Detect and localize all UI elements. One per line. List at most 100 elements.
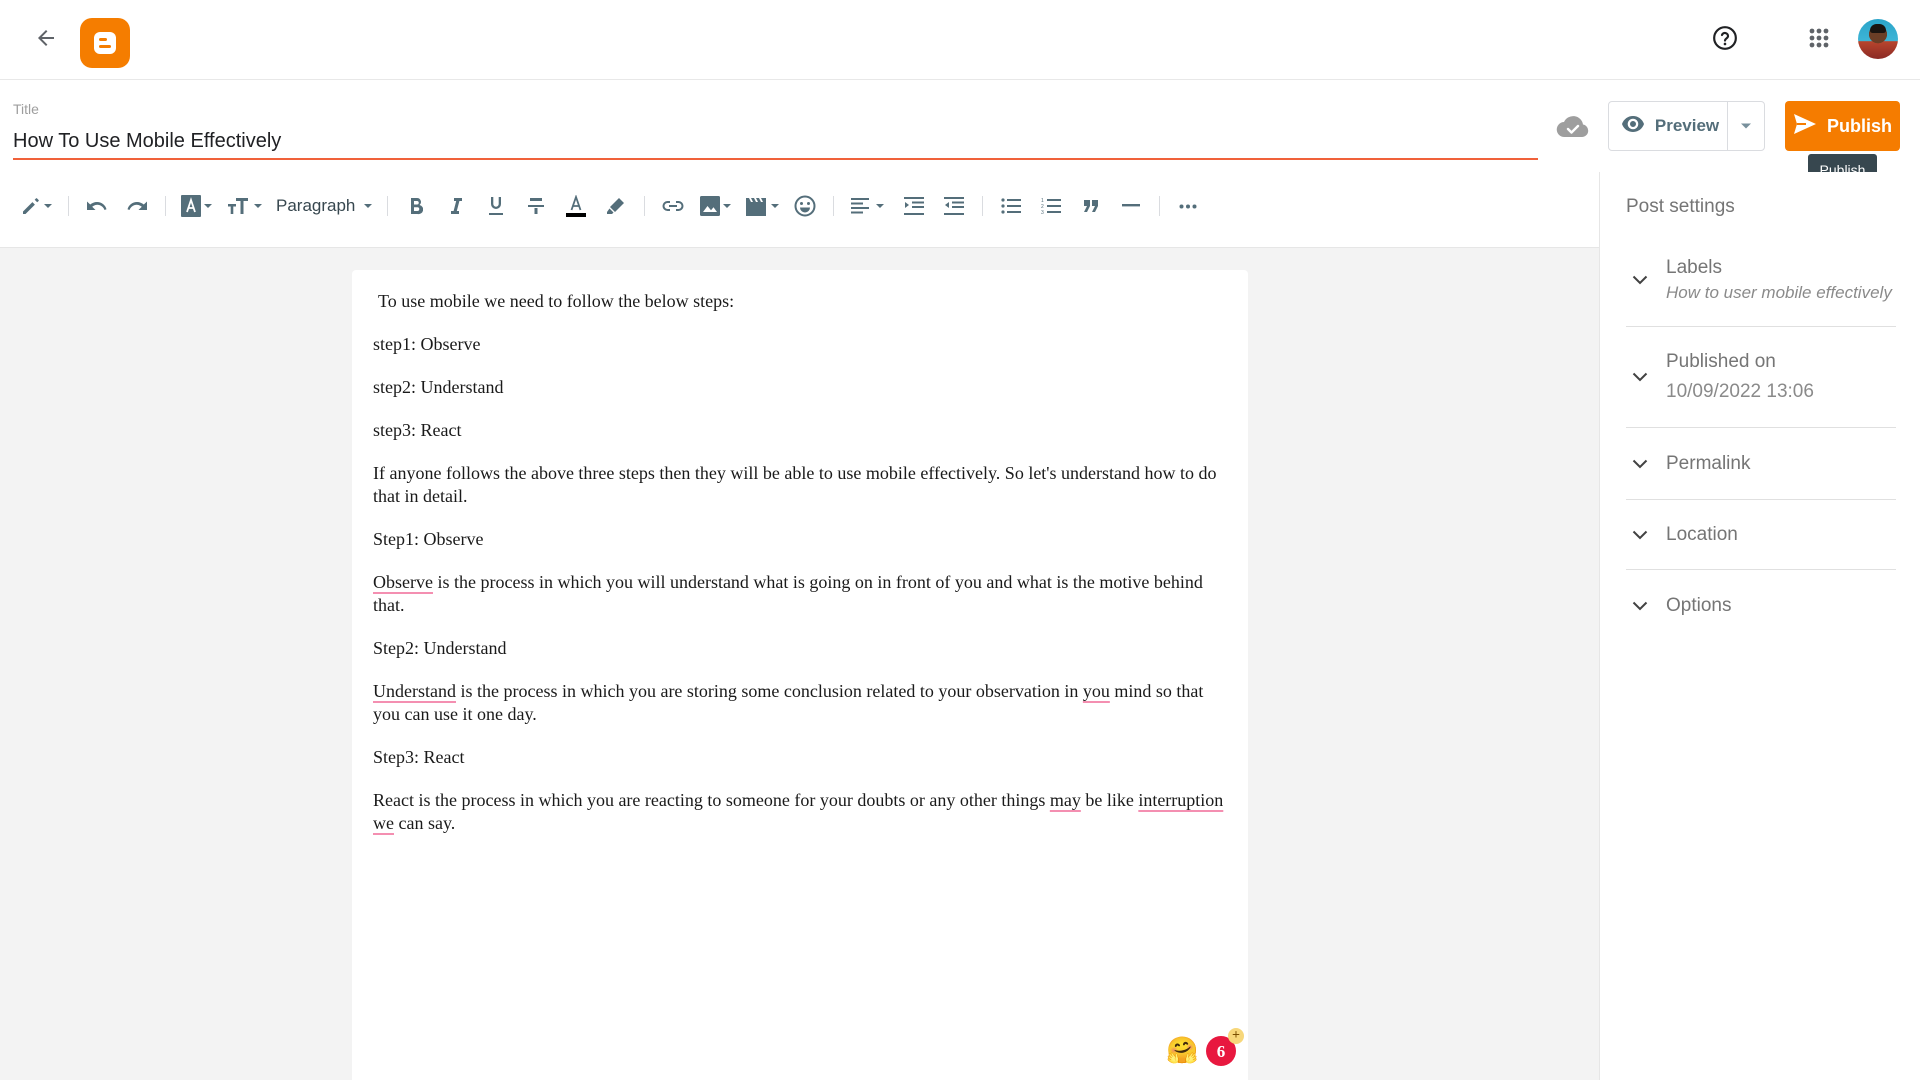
post-settings-panel: Post settings Labels How to user mobile … <box>1599 172 1920 1080</box>
avatar[interactable] <box>1858 19 1898 59</box>
underline-button[interactable] <box>476 186 516 226</box>
plus-icon: + <box>1228 1028 1244 1044</box>
insert-video-button[interactable] <box>739 186 785 226</box>
post-body-editor[interactable]: To use mobile we need to follow the belo… <box>352 270 1248 1080</box>
underline-icon <box>488 196 504 216</box>
toolbar-divider <box>165 196 166 216</box>
publish-button[interactable]: Publish <box>1785 101 1900 151</box>
text-color-icon <box>566 195 587 217</box>
apps-grid-icon <box>1808 27 1830 54</box>
bold-button[interactable] <box>396 186 436 226</box>
text-color-button[interactable] <box>556 186 596 226</box>
bulleted-list-icon <box>1001 197 1022 215</box>
caret-down-icon <box>203 203 213 209</box>
insert-image-button[interactable] <box>693 186 739 226</box>
undo-button[interactable] <box>77 186 117 226</box>
notification-badge[interactable]: 6 + <box>1206 1028 1244 1066</box>
paragraph-style-dropdown[interactable]: Paragraph <box>270 186 379 226</box>
horizontal-rule-button[interactable] <box>1111 186 1151 226</box>
quote-icon <box>1083 200 1099 212</box>
body-paragraph: Step1: Observe <box>373 529 484 549</box>
caret-down-icon <box>363 203 373 209</box>
body-paragraph: step3: React <box>373 420 462 440</box>
numbered-list-button[interactable]: 123 <box>1031 186 1071 226</box>
more-options-button[interactable] <box>1168 186 1208 226</box>
italic-button[interactable] <box>436 186 476 226</box>
settings-item-permalink[interactable]: Permalink <box>1626 428 1896 500</box>
chevron-down-icon <box>1626 275 1666 285</box>
badge-count: 6 <box>1216 1041 1226 1061</box>
hugging-emoji-icon[interactable]: 🤗 <box>1166 1036 1198 1066</box>
misspelled-word[interactable]: interruption <box>1138 790 1223 810</box>
indent-button[interactable] <box>894 186 934 226</box>
font-size-icon <box>227 197 251 215</box>
outdent-icon <box>944 196 965 216</box>
caret-down-icon <box>770 203 780 209</box>
settings-item-label: Labels <box>1666 257 1722 278</box>
settings-item-location[interactable]: Location <box>1626 500 1896 570</box>
misspelled-word[interactable]: may <box>1050 790 1081 810</box>
font-size-button[interactable] <box>220 186 270 226</box>
pencil-mode-button[interactable] <box>14 186 60 226</box>
body-paragraph: step1: Observe <box>373 334 481 354</box>
help-circle-icon <box>1712 25 1738 56</box>
horizontal-rule-icon <box>1122 204 1141 208</box>
toolbar-divider <box>833 196 835 216</box>
insert-emoji-button[interactable] <box>785 186 825 226</box>
numbered-list-icon: 123 <box>1041 197 1062 215</box>
misspelled-word[interactable]: we <box>373 813 394 833</box>
svg-text:3: 3 <box>1041 210 1044 215</box>
settings-item-label: Location <box>1666 523 1738 545</box>
highlight-button[interactable] <box>596 186 636 226</box>
preview-label: Preview <box>1654 116 1720 135</box>
cloud-done-icon <box>1556 114 1590 138</box>
outdent-button[interactable] <box>934 186 974 226</box>
apps-button[interactable] <box>1799 20 1839 60</box>
body-paragraph: To use mobile we need to follow the belo… <box>378 291 735 311</box>
help-button[interactable] <box>1705 20 1745 60</box>
blogger-post-editor: Title Preview Publish Publish <box>0 0 1920 1080</box>
toolbar-divider <box>387 196 389 216</box>
body-paragraph: React is the process in which you are re… <box>373 790 1224 833</box>
bulleted-list-button[interactable] <box>991 186 1031 226</box>
misspelled-word[interactable]: Observe <box>373 572 433 592</box>
chevron-down-icon <box>1626 459 1666 469</box>
italic-icon <box>449 197 463 215</box>
undo-icon <box>86 199 108 213</box>
body-paragraph: step2: Understand <box>373 377 504 397</box>
preview-button[interactable]: Preview <box>1609 102 1728 150</box>
back-button[interactable] <box>28 22 64 58</box>
top-app-bar <box>0 0 1920 80</box>
text-background-icon <box>181 195 201 217</box>
settings-item-labels[interactable]: Labels How to user mobile effectively <box>1626 234 1896 327</box>
send-icon <box>1793 113 1817 140</box>
indent-icon <box>904 196 925 216</box>
publish-label: Publish <box>1826 115 1892 136</box>
alignment-button[interactable] <box>842 186 894 226</box>
misspelled-word[interactable]: Understand <box>373 681 456 701</box>
title-input[interactable] <box>13 128 1538 160</box>
pencil-icon <box>21 196 41 216</box>
caret-down-icon <box>875 203 885 209</box>
blogger-logo-icon[interactable] <box>80 18 130 68</box>
insert-link-button[interactable] <box>653 186 693 226</box>
toolbar-divider <box>982 196 984 216</box>
settings-item-published-on[interactable]: Published on 10/09/2022 13:06 <box>1626 327 1896 428</box>
settings-item-options[interactable]: Options <box>1626 570 1896 642</box>
redo-button[interactable] <box>117 186 157 226</box>
strikethrough-button[interactable] <box>516 186 556 226</box>
labels-value: How to user mobile effectively <box>1666 283 1892 302</box>
quote-button[interactable] <box>1071 186 1111 226</box>
misspelled-word[interactable]: you <box>1083 681 1110 701</box>
text-background-color-button[interactable] <box>174 186 220 226</box>
video-clapper-icon <box>744 196 768 216</box>
formatting-toolbar: Paragraph 1 2 3 <box>0 182 1599 230</box>
caret-down-icon <box>253 203 263 209</box>
strikethrough-icon <box>527 197 545 215</box>
eye-icon <box>1621 115 1645 138</box>
chevron-down-icon <box>1626 601 1666 611</box>
preview-dropdown-button[interactable] <box>1728 102 1764 150</box>
body-paragraph: Understand is the process in which you a… <box>373 681 1204 724</box>
post-settings-list: Labels How to user mobile effectively Pu… <box>1626 234 1896 642</box>
redo-icon <box>126 199 148 213</box>
